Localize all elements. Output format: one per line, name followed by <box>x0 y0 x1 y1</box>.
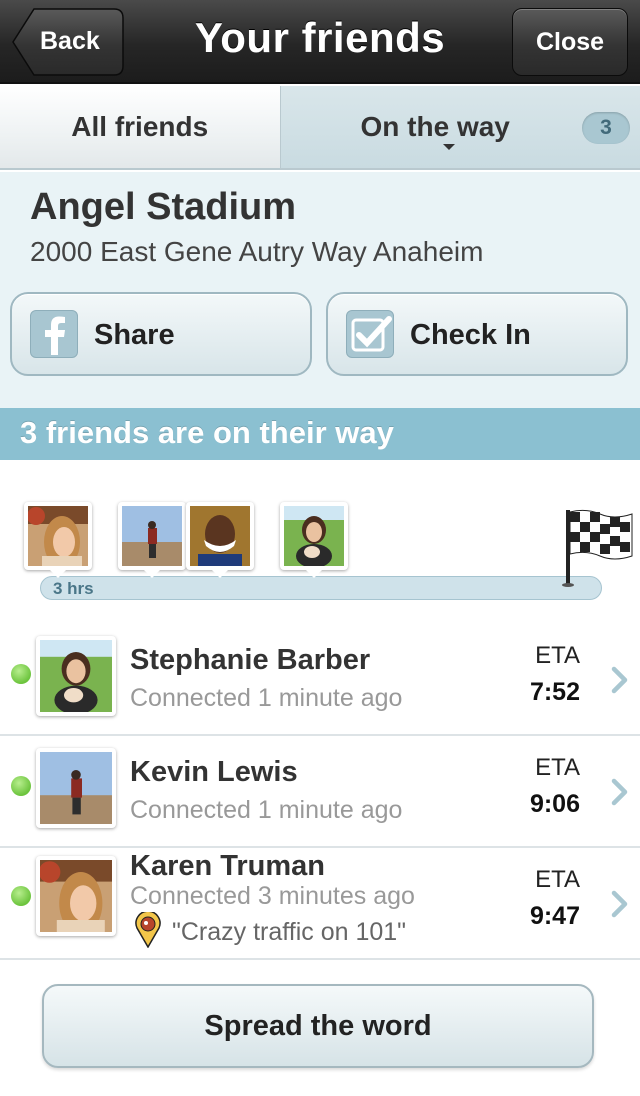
location-pin-icon <box>135 912 161 948</box>
venue-name: Angel Stadium <box>30 186 297 228</box>
friend-name: Kevin Lewis <box>130 756 298 788</box>
tab-all-friends-label: All friends <box>71 111 209 142</box>
timeline-avatar-friend[interactable] <box>186 502 254 578</box>
venue-card: Angel Stadium 2000 East Gene Autry Way A… <box>0 172 640 408</box>
timeline-avatar-stephanie[interactable] <box>280 502 348 578</box>
check-in-button-label: Check In <box>410 319 531 351</box>
online-status-icon <box>11 664 31 684</box>
status-message: "Crazy traffic on 101" <box>172 918 407 946</box>
friend-status: Connected 3 minutes ago <box>130 882 415 910</box>
timeline-track: 3 hrs <box>40 576 602 600</box>
avatar-photo <box>284 506 344 566</box>
checkered-flag-icon <box>562 509 633 587</box>
timeline-start-label: 3 hrs <box>53 579 94 598</box>
eta-label: ETA <box>535 866 580 893</box>
timeline-avatar-karen[interactable] <box>24 502 92 578</box>
friend-name: Stephanie Barber <box>130 644 371 676</box>
friend-name: Karen Truman <box>130 850 325 882</box>
count-badge: 3 <box>582 112 630 144</box>
friend-status: Connected 1 minute ago <box>130 684 403 712</box>
friend-row-karen[interactable]: Karen Truman Connected 3 minutes ago "Cr… <box>0 848 640 960</box>
avatar-photo <box>28 506 88 566</box>
tab-all-friends[interactable]: All friends <box>0 86 281 168</box>
chevron-right-icon <box>611 778 628 806</box>
avatar <box>36 856 116 936</box>
section-header: 3 friends are on their way <box>0 408 640 460</box>
friend-status: Connected 1 minute ago <box>130 796 403 824</box>
avatar-photo <box>122 506 182 566</box>
chevron-right-icon <box>611 890 628 918</box>
navigation-bar: Back Your friends Close <box>0 0 640 84</box>
avatar <box>36 636 116 716</box>
spread-the-word-button[interactable]: Spread the word <box>42 984 594 1068</box>
online-status-icon <box>11 886 31 906</box>
timeline-avatar-kevin[interactable] <box>118 502 186 578</box>
share-button-label: Share <box>94 319 175 351</box>
eta-label: ETA <box>535 754 580 781</box>
checkbox-check-icon <box>346 310 394 358</box>
friend-row-kevin[interactable]: Kevin Lewis Connected 1 minute ago ETA 9… <box>0 736 640 848</box>
avatar-photo <box>40 752 112 824</box>
tab-on-the-way[interactable]: On the way 3 <box>280 86 640 168</box>
eta-time: 7:52 <box>529 678 580 706</box>
eta-label: ETA <box>535 642 580 669</box>
share-button[interactable]: Share <box>10 292 312 376</box>
eta-time: 9:06 <box>529 790 580 818</box>
eta-time: 9:47 <box>529 902 580 930</box>
friend-row-stephanie[interactable]: Stephanie Barber Connected 1 minute ago … <box>0 624 640 736</box>
online-status-icon <box>11 776 31 796</box>
facebook-icon <box>30 310 78 358</box>
tab-on-the-way-label: On the way <box>360 111 510 142</box>
eta-timeline: 3 hrs <box>0 460 640 624</box>
close-button[interactable]: Close <box>512 8 628 76</box>
check-in-button[interactable]: Check In <box>326 292 628 376</box>
avatar-photo <box>190 506 250 566</box>
chevron-right-icon <box>611 666 628 694</box>
segmented-tabs: All friends On the way 3 <box>0 86 640 170</box>
avatar-photo <box>40 860 112 932</box>
avatar <box>36 748 116 828</box>
avatar-photo <box>40 640 112 712</box>
venue-address: 2000 East Gene Autry Way Anaheim <box>30 236 484 267</box>
caret-down-icon <box>442 144 455 150</box>
